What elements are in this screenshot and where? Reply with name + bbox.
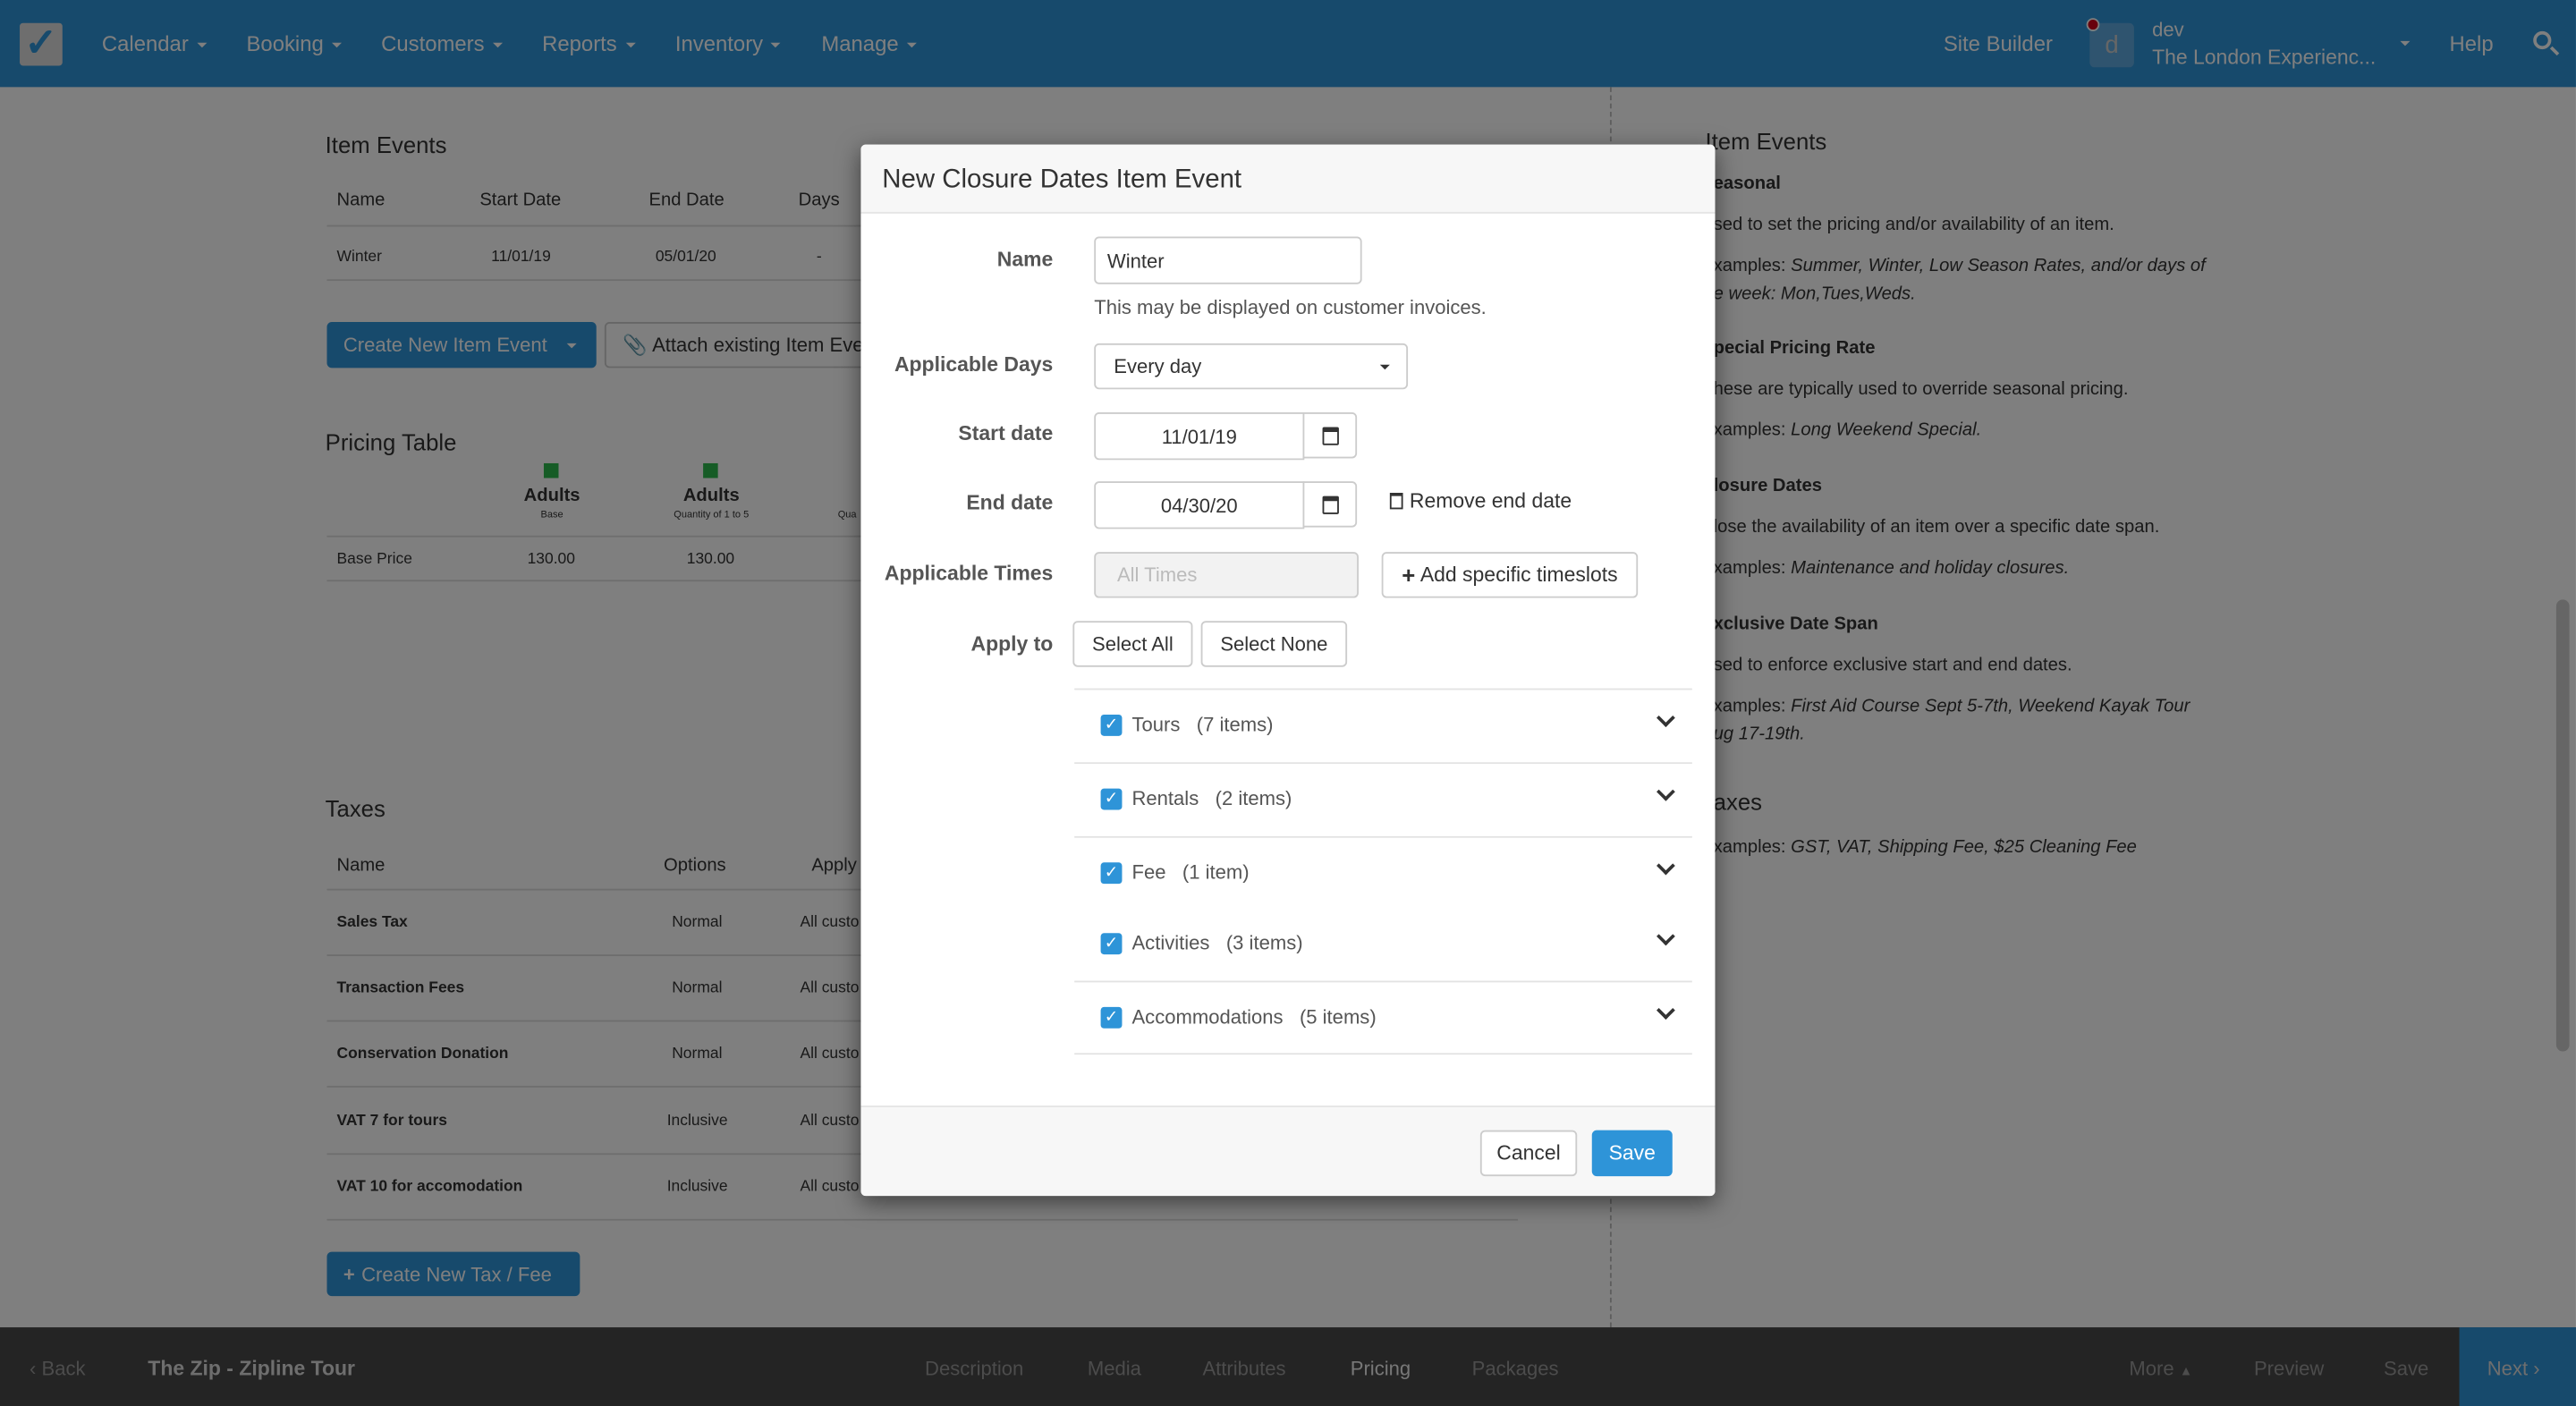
modal-footer: Cancel Save [860, 1105, 1716, 1197]
category-label: Accommodations (5 items) [1131, 1005, 1376, 1029]
start-date-label: Start date [958, 422, 1054, 445]
category-name: Activities [1131, 931, 1210, 955]
divider [1074, 1053, 1692, 1055]
category-count: (5 items) [1299, 1005, 1377, 1029]
end-date-input[interactable]: 04/30/20 [1094, 481, 1305, 529]
chevron-down-icon[interactable] [1657, 927, 1675, 946]
end-date-label: End date [966, 491, 1054, 514]
category-count: (7 items) [1196, 713, 1274, 736]
calendar-icon [1321, 426, 1338, 445]
plus-icon: + [1402, 562, 1416, 589]
modal-title: New Closure Dates Item Event [882, 165, 1242, 194]
category-checkbox[interactable]: ✓ [1100, 714, 1123, 736]
category-row-activities[interactable]: ✓ Activities (3 items) [1074, 907, 1692, 979]
select-none-button[interactable]: Select None [1200, 621, 1348, 667]
select-all-button[interactable]: Select All [1072, 621, 1193, 667]
chevron-down-icon[interactable] [1657, 1001, 1675, 1020]
cancel-button[interactable]: Cancel [1479, 1130, 1578, 1177]
category-count: (1 item) [1182, 860, 1250, 885]
end-date-calendar-button[interactable] [1302, 481, 1358, 528]
add-timeslots-button[interactable]: + Add specific timeslots [1381, 552, 1639, 598]
category-label: Rentals (2 items) [1131, 787, 1292, 810]
category-count: (3 items) [1225, 931, 1303, 955]
category-checkbox[interactable]: ✓ [1100, 788, 1123, 810]
save-button[interactable]: Save [1591, 1130, 1673, 1177]
category-checkbox[interactable]: ✓ [1100, 933, 1123, 955]
category-row-rentals[interactable]: ✓ Rentals (2 items) [1074, 762, 1692, 834]
link-label: Remove end date [1409, 489, 1572, 513]
applicable-times-input[interactable]: All Times [1094, 552, 1359, 598]
name-help-text: This may be displayed on customer invoic… [1094, 295, 1487, 319]
start-date-calendar-button[interactable] [1302, 412, 1358, 459]
chevron-down-icon[interactable] [1657, 856, 1675, 876]
modal-header: New Closure Dates Item Event [860, 144, 1716, 214]
select-value: Every day [1114, 354, 1202, 378]
category-label: Fee (1 item) [1131, 860, 1249, 884]
closure-dates-modal: New Closure Dates Item Event Name Winter… [860, 144, 1716, 1197]
calendar-icon [1321, 495, 1338, 513]
category-row-fee[interactable]: ✓ Fee (1 item) [1074, 836, 1692, 909]
start-date-input[interactable]: 11/01/19 [1094, 412, 1305, 461]
name-label: Name [996, 248, 1054, 272]
category-row-accommodations[interactable]: ✓ Accommodations (5 items) [1074, 981, 1692, 1054]
category-checkbox[interactable]: ✓ [1100, 862, 1123, 885]
category-name: Accommodations [1131, 1005, 1284, 1029]
button-label: Add specific timeslots [1419, 563, 1618, 587]
category-count: (2 items) [1215, 786, 1292, 810]
apply-to-label: Apply to [970, 632, 1054, 656]
category-label: Tours (7 items) [1131, 713, 1273, 736]
category-name: Fee [1131, 860, 1166, 885]
category-name: Rentals [1131, 786, 1199, 810]
app: ✓ Calendar Booking Customers Reports Inv… [0, 0, 2576, 1406]
applicable-days-select[interactable]: Every day [1094, 343, 1409, 390]
trash-icon [1389, 493, 1403, 510]
category-checkbox[interactable]: ✓ [1100, 1006, 1123, 1029]
chevron-down-icon[interactable] [1657, 708, 1675, 728]
chevron-down-icon[interactable] [1657, 782, 1675, 801]
times-label: Applicable Times [884, 562, 1054, 585]
remove-end-date-link[interactable]: Remove end date [1389, 489, 1572, 513]
category-row-tours[interactable]: ✓ Tours (7 items) [1074, 689, 1692, 761]
days-label: Applicable Days [894, 352, 1054, 377]
category-name: Tours [1131, 713, 1181, 736]
name-input[interactable]: Winter [1094, 236, 1362, 284]
caret-down-icon [1379, 364, 1390, 370]
category-label: Activities (3 items) [1131, 931, 1302, 954]
